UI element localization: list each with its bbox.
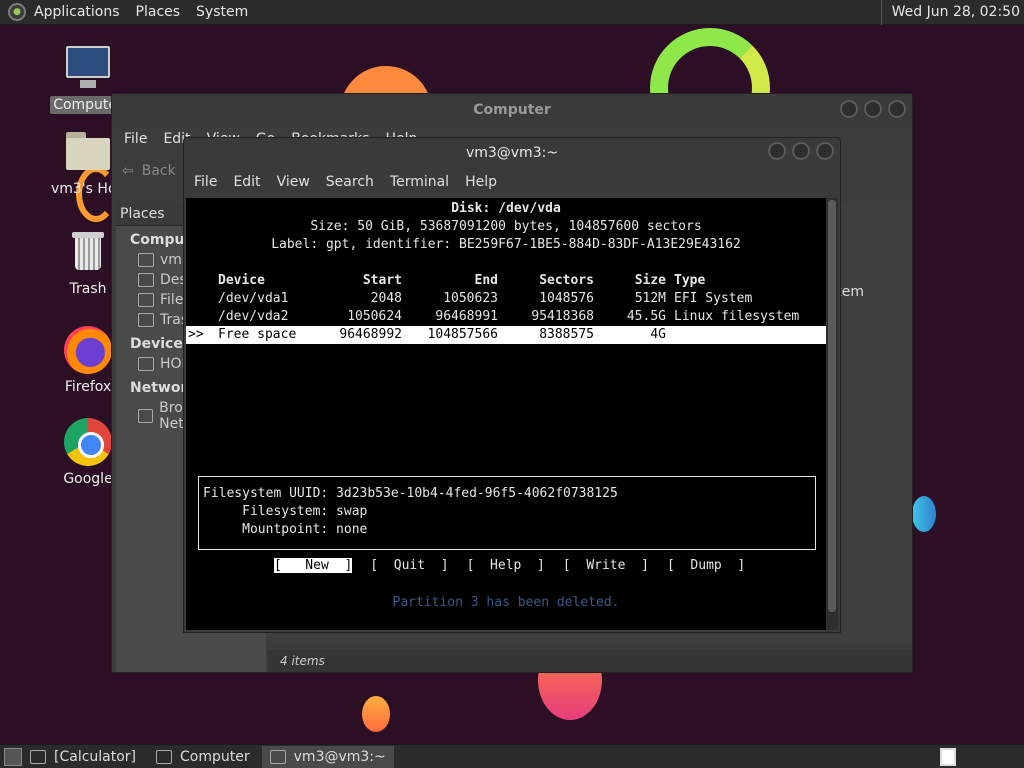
partition-row[interactable]: /dev/vda2 1050624 96468991 95418368 45.5… [186, 308, 826, 326]
firefox-icon [64, 326, 112, 374]
partition-row[interactable]: /dev/vda1 2048 1050623 1048576 512M EFI … [186, 290, 826, 308]
filesystem-uuid: Filesystem UUID: 3d23b53e-10b4-4fed-96f5… [203, 486, 618, 501]
system-menu[interactable]: System [188, 4, 256, 20]
distro-logo-icon[interactable]: ● [8, 3, 26, 21]
terminal-icon [269, 749, 286, 764]
desktop-icon-label: Firefox [64, 379, 112, 395]
window-title: Computer [473, 102, 551, 118]
quit-button[interactable]: [ Quit ] [370, 558, 448, 573]
applications-menu[interactable]: Applications [26, 4, 128, 20]
menu-file[interactable]: File [186, 174, 225, 190]
computer-icon [64, 44, 112, 92]
taskbar-item-computer[interactable]: Computer [148, 746, 258, 768]
dump-button[interactable]: [ Dump ] [667, 558, 745, 573]
top-panel: ● Applications Places System Wed Jun 28,… [0, 0, 1024, 25]
menu-edit[interactable]: Edit [225, 174, 268, 190]
cfdisk-action-bar: [ New ] [ Quit ] [ Help ] [ Write ] [ Du… [274, 558, 745, 573]
status-bar: 4 items [268, 650, 912, 672]
show-desktop-icon[interactable] [4, 747, 22, 766]
new-button[interactable]: [ New ] [274, 558, 353, 573]
network-icon [138, 409, 154, 423]
filesystem-type: Filesystem: swap [203, 504, 368, 519]
chrome-icon [64, 418, 112, 466]
home-folder-icon [64, 128, 112, 176]
desktop-icon [138, 273, 154, 287]
taskbar-item-calculator[interactable]: [Calculator] [22, 746, 144, 768]
disk-icon [138, 357, 154, 371]
partition-table-header: Device Start End Sectors Size Type [218, 273, 706, 288]
bottom-panel: [Calculator] Computer vm3@vm3:~ [0, 744, 1024, 768]
home-icon [138, 253, 154, 267]
write-button[interactable]: [ Write ] [563, 558, 649, 573]
back-button[interactable]: Back [142, 163, 176, 179]
wallpaper-blob [362, 696, 390, 732]
wallpaper-blob [912, 496, 936, 532]
maximize-button[interactable] [792, 142, 810, 160]
trash-icon [138, 313, 154, 327]
menu-file[interactable]: File [116, 131, 155, 147]
disk-label-line: Label: gpt, identifier: BE259F67-1BE5-88… [271, 237, 741, 252]
partition-row-selected[interactable]: >> Free space 96468992 104857566 8388575… [186, 326, 826, 344]
help-button[interactable]: [ Help ] [467, 558, 545, 573]
close-button[interactable] [816, 142, 834, 160]
terminal-scrollbar[interactable] [826, 198, 838, 630]
maximize-button[interactable] [864, 100, 882, 118]
terminal-titlebar[interactable]: vm3@vm3:~ [184, 138, 840, 168]
menu-terminal[interactable]: Terminal [382, 174, 457, 190]
disk-size-line: Size: 50 GiB, 53687091200 bytes, 1048576… [310, 219, 702, 234]
minimize-button[interactable] [768, 142, 786, 160]
minimize-button[interactable] [840, 100, 858, 118]
desktop-icon-label: Trash [69, 281, 107, 297]
menu-help[interactable]: Help [457, 174, 505, 190]
calculator-icon [30, 749, 46, 764]
workspace-switcher[interactable] [940, 747, 956, 766]
back-arrow-icon[interactable]: ⇦ [122, 163, 134, 179]
terminal-window[interactable]: vm3@vm3:~ File Edit View Search Terminal… [183, 137, 841, 633]
status-message: Partition 3 has been deleted. [392, 595, 620, 610]
drive-icon [138, 293, 154, 307]
clock[interactable]: Wed Jun 28, 02:50 [880, 0, 1024, 25]
places-menu[interactable]: Places [128, 4, 189, 20]
taskbar-item-terminal[interactable]: vm3@vm3:~ [261, 745, 394, 768]
terminal-screen[interactable]: Disk: /dev/vda Size: 50 GiB, 53687091200… [186, 198, 826, 630]
partition-info-box: Filesystem UUID: 3d23b53e-10b4-4fed-96f5… [198, 476, 816, 550]
computer-icon [156, 749, 173, 764]
scrollbar-thumb[interactable] [828, 200, 836, 612]
menu-search[interactable]: Search [318, 174, 382, 190]
mountpoint: Mountpoint: none [203, 522, 368, 537]
trash-icon [64, 228, 112, 276]
desktop-icon-label: Google [63, 471, 113, 487]
close-button[interactable] [888, 100, 906, 118]
menu-view[interactable]: View [269, 174, 318, 190]
terminal-menubar: File Edit View Search Terminal Help [184, 168, 840, 196]
file-manager-titlebar[interactable]: Computer [112, 94, 912, 126]
disk-header: Disk: /dev/vda [451, 201, 561, 216]
window-title: vm3@vm3:~ [465, 145, 559, 161]
